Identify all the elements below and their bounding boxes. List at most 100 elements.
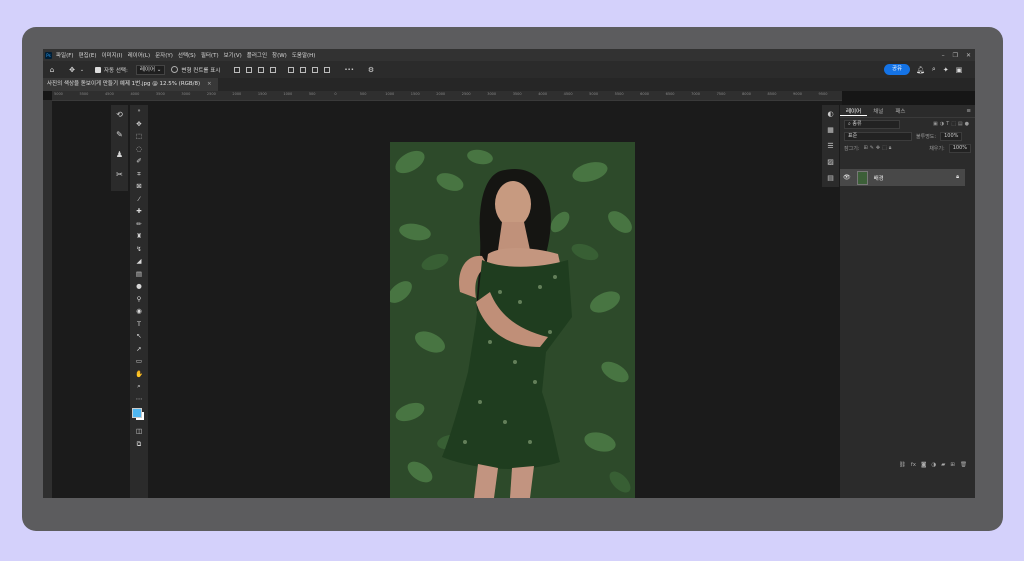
menu-plugins[interactable]: 플러그인 [247, 51, 267, 59]
document-tab[interactable]: 사진의 색상을 돋보이게 만들기 예제 1번.jpg @ 12.5% (RGB/… [43, 78, 218, 91]
path-select-icon[interactable]: ↖ [130, 330, 148, 343]
lightbulb-icon[interactable]: ✦ [943, 66, 949, 74]
history-brush-icon[interactable]: ⟲ [111, 105, 128, 125]
menu-type[interactable]: 문자(Y) [155, 51, 173, 59]
frame-icon[interactable]: ⊠ [130, 180, 148, 193]
home-icon[interactable]: ⌂ [47, 66, 57, 74]
distribute-vertical-icon[interactable] [324, 66, 331, 73]
eyedropper-icon[interactable]: ⁄ [130, 193, 148, 206]
link-layers-icon[interactable]: ⛓ [899, 462, 906, 468]
new-group-icon[interactable]: ▰ [941, 462, 945, 468]
menu-view[interactable]: 보기(V) [224, 51, 242, 59]
menu-help[interactable]: 도움말(H) [292, 51, 316, 59]
image-panel-icon[interactable]: ▨ [822, 156, 839, 169]
align-left-icon[interactable] [234, 66, 241, 73]
blend-row: 표준 불투명도: 100% [840, 130, 975, 142]
distribute-icon[interactable] [270, 66, 277, 73]
foreground-color-swatch[interactable] [132, 408, 142, 418]
clone-source-icon[interactable]: ♟ [111, 145, 128, 165]
new-layer-icon[interactable]: ⊞ [950, 462, 955, 468]
align-middle-icon[interactable] [300, 66, 307, 73]
layer-row-background[interactable]: 👁︎ 배경 🔒︎ [840, 169, 965, 186]
add-mask-icon[interactable]: ◙ [921, 462, 926, 468]
tool-presets-icon[interactable]: ✂ [111, 165, 128, 185]
restore-icon[interactable]: ❐ [953, 52, 958, 59]
menu-window[interactable]: 창(W) [272, 51, 287, 59]
move-icon[interactable]: ✥ [130, 118, 148, 131]
document-tab-title: 사진의 색상을 돋보이게 만들기 예제 1번.jpg @ 12.5% (RGB/… [47, 81, 201, 87]
menu-filter[interactable]: 필터(T) [201, 51, 219, 59]
more-tools-icon[interactable]: ⋯ [130, 393, 148, 406]
panel-menu-icon[interactable]: ≡ [966, 108, 971, 114]
fx-icon[interactable]: fx [911, 462, 916, 468]
chevron-down-icon[interactable]: ⌄ [77, 67, 87, 73]
layer-filter-row: ⌕ 종류 ▣◑T⬚▤● [840, 118, 975, 130]
ruler-tick-label: 5000 [54, 92, 63, 96]
fill-field[interactable]: 100% [948, 143, 971, 153]
auto-select-label: 자동 선택: [104, 67, 128, 74]
close-tab-icon[interactable]: × [207, 81, 212, 87]
eye-icon[interactable]: 👁︎ [843, 174, 851, 181]
tab-channels[interactable]: 채널 [867, 107, 889, 115]
close-icon[interactable]: ✕ [966, 52, 971, 59]
trash-icon[interactable]: 🗑︎ [960, 462, 967, 468]
menu-select[interactable]: 선택(S) [178, 51, 196, 59]
brush-preset-icon[interactable]: ✎ [111, 125, 128, 145]
crop-icon[interactable]: ⌗ [130, 168, 148, 181]
quick-select-icon[interactable]: ✐ [130, 155, 148, 168]
adjustments-icon[interactable]: ◐ [822, 108, 839, 121]
menu-file[interactable]: 파일(F) [56, 51, 74, 59]
opacity-field[interactable]: 100% [940, 131, 963, 141]
transform-controls-checkbox[interactable] [171, 66, 179, 73]
clone-stamp-icon[interactable]: ♜ [130, 230, 148, 243]
align-center-icon[interactable] [246, 66, 253, 73]
search-icon[interactable]: ⌕ [932, 65, 936, 74]
screen-mode-icon[interactable]: ⧉ [130, 438, 148, 451]
eraser-icon[interactable]: ◢ [130, 255, 148, 268]
collapse-icon[interactable]: » [130, 105, 148, 118]
pen-icon[interactable]: ◉ [130, 305, 148, 318]
align-right-icon[interactable] [258, 66, 265, 73]
kind-filter-dropdown[interactable]: ⌕ 종류 [844, 119, 900, 129]
type-icon[interactable]: T [130, 318, 148, 331]
healing-brush-icon[interactable]: ✚ [130, 205, 148, 218]
rectangle-icon[interactable]: ▭ [130, 355, 148, 368]
gradient-icon[interactable]: ▤ [130, 268, 148, 281]
adjustment-layer-icon[interactable]: ◑ [931, 462, 936, 468]
history-brush-tool-icon[interactable]: ↯ [130, 243, 148, 256]
color-swatches[interactable] [130, 405, 148, 425]
more-options-button[interactable]: ••• [344, 67, 354, 73]
lasso-icon[interactable]: ◌ [130, 143, 148, 156]
quick-mask-icon[interactable]: ◫ [130, 425, 148, 438]
filter-icons[interactable]: ▣◑T⬚▤● [933, 121, 971, 127]
blend-mode-dropdown[interactable]: 표준 [844, 131, 912, 141]
zoom-icon[interactable]: ⌕ [130, 380, 148, 393]
tab-paths[interactable]: 패스 [889, 107, 911, 115]
workspace-icon[interactable]: ▣ [956, 66, 963, 74]
blur-icon[interactable]: ● [130, 280, 148, 293]
table-icon[interactable]: ▤ [822, 172, 839, 185]
auto-select-checkbox[interactable] [95, 66, 101, 73]
align-bottom-icon[interactable] [312, 66, 319, 73]
lock-icons[interactable]: ⊞✎✥⬚🔒︎ [864, 145, 894, 151]
dodge-icon[interactable]: ⚲ [130, 293, 148, 306]
ruler-tick-label: 6500 [665, 92, 675, 96]
bell-icon[interactable]: 🔔︎ [916, 66, 925, 74]
hand-icon[interactable]: ✋ [130, 368, 148, 381]
menu-edit[interactable]: 편집(E) [79, 51, 97, 59]
libraries-icon[interactable]: ▦ [822, 124, 839, 137]
menu-layer[interactable]: 레이어(L) [128, 51, 151, 59]
move-tool-icon[interactable]: ✥ [67, 66, 77, 74]
brush-icon[interactable]: ✏ [130, 218, 148, 231]
gear-icon[interactable]: ⚙ [366, 66, 376, 74]
align-top-icon[interactable] [288, 66, 295, 73]
tab-layers[interactable]: 레이어 [840, 107, 868, 116]
ruler-tick-label: 9500 [818, 92, 828, 96]
menu-image[interactable]: 이미지(I) [101, 51, 122, 59]
auto-select-dropdown[interactable]: 레이어 ⌄ [135, 64, 166, 75]
direct-select-icon[interactable]: ➚ [130, 343, 148, 356]
properties-icon[interactable]: ☰ [822, 140, 839, 153]
minimize-icon[interactable]: – [942, 52, 945, 59]
marquee-icon[interactable]: ⬚ [130, 130, 148, 143]
share-button[interactable]: 공유 [884, 64, 910, 75]
